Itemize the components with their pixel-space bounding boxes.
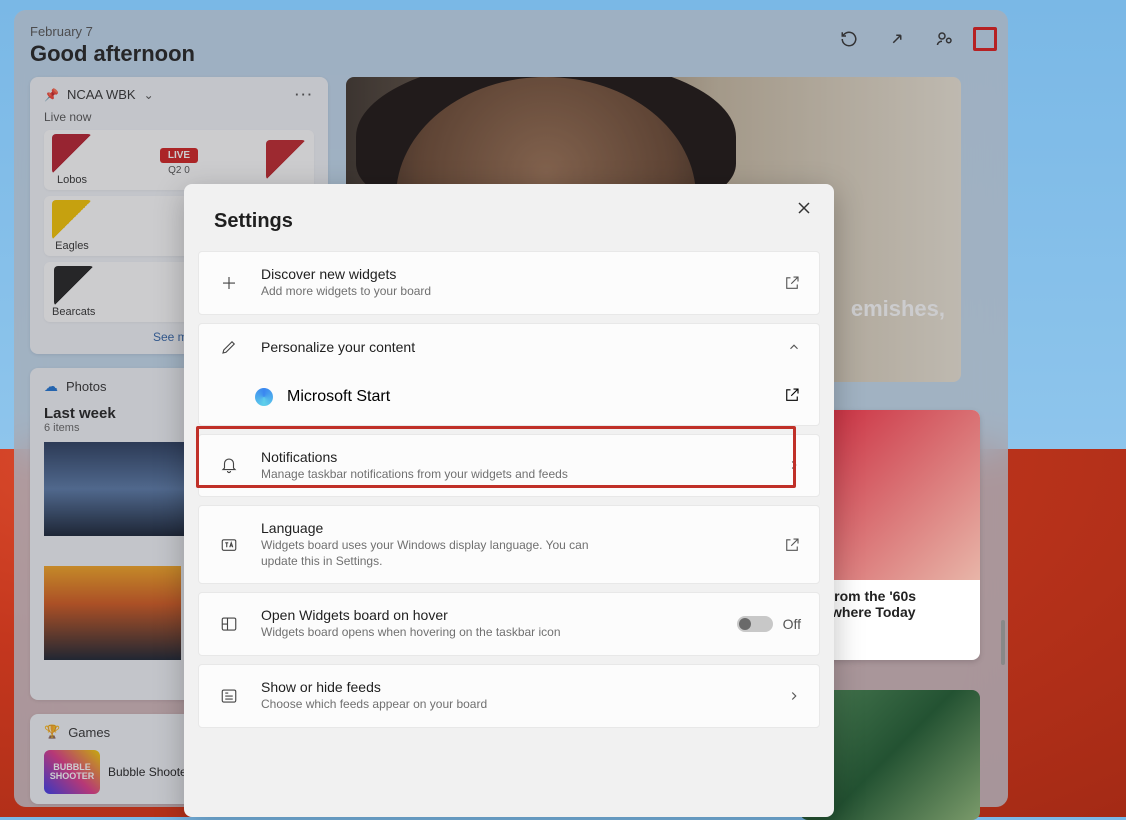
msstart-icon	[255, 388, 273, 406]
settings-item-feeds[interactable]: Show or hide feeds Choose which feeds ap…	[198, 664, 820, 728]
settings-item-notifications[interactable]: Notifications Manage taskbar notificatio…	[198, 434, 820, 498]
item-title: Open Widgets board on hover	[261, 607, 717, 623]
board-icon	[217, 615, 241, 633]
settings-item-language[interactable]: Language Widgets board uses your Windows…	[198, 505, 820, 584]
language-icon	[217, 536, 241, 554]
settings-subitem-msstart[interactable]: Microsoft Start	[198, 370, 820, 426]
close-button[interactable]	[792, 196, 816, 220]
settings-title: Settings	[196, 198, 822, 251]
open-external-icon	[783, 386, 801, 409]
feeds-icon	[217, 687, 241, 705]
plus-icon	[217, 274, 241, 292]
item-title: Discover new widgets	[261, 266, 763, 282]
item-title: Notifications	[261, 449, 767, 465]
item-subtitle: Add more widgets to your board	[261, 284, 601, 300]
item-title: Show or hide feeds	[261, 679, 767, 695]
open-external-icon	[783, 536, 801, 554]
chevron-right-icon	[787, 689, 801, 703]
settings-dialog: Settings Discover new widgets Add more w…	[184, 184, 834, 817]
item-subtitle: Widgets board opens when hovering on the…	[261, 625, 601, 641]
item-subtitle: Manage taskbar notifications from your w…	[261, 467, 601, 483]
item-title: Microsoft Start	[287, 388, 769, 406]
settings-item-discover[interactable]: Discover new widgets Add more widgets to…	[198, 251, 820, 315]
open-external-icon	[783, 274, 801, 292]
item-title: Language	[261, 520, 763, 536]
item-title: Personalize your content	[261, 339, 767, 355]
bell-icon	[217, 456, 241, 474]
hover-toggle[interactable]	[737, 616, 773, 632]
settings-item-hover[interactable]: Open Widgets board on hover Widgets boar…	[198, 592, 820, 656]
pencil-icon	[217, 338, 241, 356]
chevron-right-icon	[787, 458, 801, 472]
settings-item-personalize[interactable]: Personalize your content	[198, 323, 820, 370]
toggle-state: Off	[783, 616, 801, 632]
chevron-up-icon	[787, 340, 801, 354]
item-subtitle: Choose which feeds appear on your board	[261, 697, 601, 713]
scrollbar-thumb[interactable]	[1001, 620, 1005, 665]
item-subtitle: Widgets board uses your Windows display …	[261, 538, 601, 569]
